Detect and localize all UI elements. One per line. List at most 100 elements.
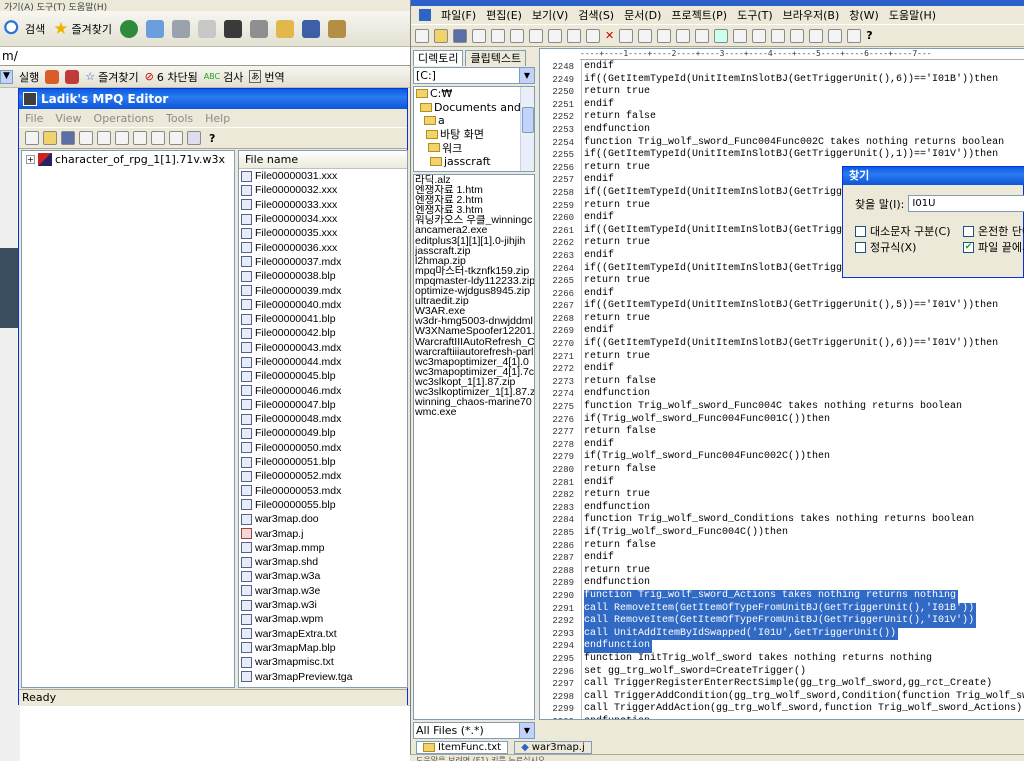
mpq-file-row[interactable]: File00000050.mdx bbox=[239, 441, 407, 455]
mpq-file-row[interactable]: File00000045.blp bbox=[239, 369, 407, 383]
file-filter-select[interactable]: All Files (*.*) ▼ bbox=[413, 722, 535, 739]
mpq-file-row[interactable]: File00000053.mdx bbox=[239, 484, 407, 498]
code-line[interactable]: 2275 function Trig_wolf_sword_Func004C ta… bbox=[540, 401, 1024, 414]
editor-menu-file[interactable]: 파일(F) bbox=[441, 7, 476, 23]
code-line[interactable]: 2280 return false bbox=[540, 464, 1024, 477]
mpq-file-row[interactable]: File00000038.blp bbox=[239, 269, 407, 283]
save-all-icon[interactable] bbox=[472, 28, 486, 43]
mail-icon[interactable] bbox=[145, 19, 164, 38]
open-file-icon[interactable] bbox=[434, 28, 448, 43]
code-line[interactable]: 2254 function Trig_wolf_sword_Func004Func… bbox=[540, 137, 1024, 150]
code-line[interactable]: 2249 if((GetItemTypeId(UnitItemInSlotBJ(G… bbox=[540, 74, 1024, 87]
regex-option[interactable]: 정규식(X) bbox=[855, 239, 916, 255]
paste-text-icon[interactable] bbox=[586, 28, 600, 43]
code-line[interactable]: 2297 call TriggerRegisterEnterRectSimple(… bbox=[540, 678, 1024, 691]
mpq-file-row[interactable]: File00000035.xxx bbox=[239, 226, 407, 240]
mpq-file-row[interactable]: File00000042.blp bbox=[239, 326, 407, 340]
tools-icon[interactable] bbox=[327, 19, 346, 38]
code-line[interactable]: 2294 endfunction bbox=[540, 640, 1024, 653]
regex-checkbox[interactable] bbox=[855, 241, 866, 253]
code-line[interactable]: 2300 endfunction bbox=[540, 716, 1024, 719]
editor-menu-window[interactable]: 창(W) bbox=[849, 7, 879, 23]
mpq-file-row[interactable]: war3mapPreview.tga bbox=[239, 669, 407, 683]
drive-select[interactable]: [C:] ▼ bbox=[413, 67, 535, 84]
side-file-item[interactable]: wc3mapoptimizer_4[1].0 bbox=[415, 357, 534, 367]
code-line[interactable]: 2283 endfunction bbox=[540, 502, 1024, 515]
menu-operations[interactable]: Operations bbox=[94, 112, 154, 125]
side-file-item[interactable]: winning_chaos-marine70 bbox=[415, 397, 534, 407]
menu-tools[interactable]: Tools bbox=[166, 112, 193, 125]
code-line[interactable]: 2291 call RemoveItem(GetItemOfTypeFromUni… bbox=[540, 602, 1024, 616]
editor-menu-project[interactable]: 프로젝트(P) bbox=[671, 7, 727, 23]
editor-menu-help[interactable]: 도움말(H) bbox=[889, 7, 936, 23]
grid-icon[interactable] bbox=[187, 131, 201, 145]
list-icon[interactable] bbox=[151, 131, 165, 145]
code-editor[interactable]: ----+----1----+----2----+----3----+----4… bbox=[539, 48, 1024, 720]
side-file-item[interactable]: wc3slkopt_1[1].87.zip bbox=[415, 377, 534, 387]
mpq-file-row[interactable]: war3map.w3a bbox=[239, 569, 407, 583]
code-line[interactable]: 2278 endif bbox=[540, 439, 1024, 452]
code-line[interactable]: 2248 endif bbox=[540, 61, 1024, 74]
tab-directory[interactable]: 디렉토리 bbox=[413, 50, 464, 66]
save-icon[interactable] bbox=[61, 131, 75, 145]
help-question-icon[interactable]: ? bbox=[866, 29, 872, 42]
dropdown-icon[interactable]: ▼ bbox=[0, 69, 13, 84]
side-file-item[interactable]: ancamera2.exe bbox=[415, 225, 534, 235]
mpq-file-row[interactable]: File00000046.mdx bbox=[239, 383, 407, 397]
spellcheck-button[interactable]: ABC 검사 bbox=[204, 69, 244, 85]
code-line[interactable]: 2250 return true bbox=[540, 86, 1024, 99]
copy-text-icon[interactable] bbox=[567, 28, 581, 43]
side-file-item[interactable]: optimize-wjdgus8945.zip bbox=[415, 286, 534, 296]
mpq-file-row[interactable]: File00000031.xxx bbox=[239, 169, 407, 183]
tree-root-item[interactable]: + character_of_rpg_1[1].71v.w3x bbox=[26, 153, 230, 166]
linenumber-icon[interactable] bbox=[771, 28, 786, 43]
addon-icon[interactable] bbox=[45, 69, 60, 84]
menu-help[interactable]: Help bbox=[205, 112, 230, 125]
side-file-item[interactable]: ultraedit.zip bbox=[415, 296, 534, 306]
mpq-file-row[interactable]: File00000049.blp bbox=[239, 426, 407, 440]
tab-cliptext[interactable]: 클립텍스트 bbox=[465, 50, 527, 66]
wordwrap-icon[interactable] bbox=[733, 28, 748, 43]
mpq-file-row[interactable]: File00000043.mdx bbox=[239, 341, 407, 355]
find-dialog-title[interactable]: 찾기 bbox=[843, 167, 1024, 185]
side-file-item[interactable]: l2hmap.zip bbox=[415, 256, 534, 266]
code-line[interactable]: 2274 endfunction bbox=[540, 388, 1024, 401]
directory-icon[interactable] bbox=[847, 28, 862, 43]
side-file-item[interactable]: wc3slkoptimizer_1[1].87.z bbox=[415, 387, 534, 397]
code-line[interactable]: 2287 endif bbox=[540, 552, 1024, 565]
redo-icon[interactable] bbox=[638, 28, 653, 43]
editor-menu-tools[interactable]: 도구(T) bbox=[737, 7, 773, 23]
mpq-file-row[interactable]: war3map.mmp bbox=[239, 541, 407, 555]
search-button[interactable]: 검색 bbox=[4, 19, 45, 38]
translate-button[interactable]: あ 번역 bbox=[249, 69, 285, 85]
color-icon[interactable] bbox=[65, 69, 80, 84]
directory-item[interactable]: jasscraft bbox=[414, 155, 534, 169]
whole-word-checkbox[interactable] bbox=[963, 225, 974, 237]
details-icon[interactable] bbox=[169, 131, 183, 145]
doc-tab-itemfunc[interactable]: ItemFunc.txt bbox=[416, 740, 509, 754]
delete-icon[interactable]: ✕ bbox=[605, 29, 614, 42]
preview-icon[interactable] bbox=[510, 28, 524, 43]
side-file-item[interactable]: w3dr-hmg5003-dnwjddml bbox=[415, 316, 534, 326]
mpq-file-row[interactable]: File00000044.mdx bbox=[239, 355, 407, 369]
mpq-file-row[interactable]: war3map.doo bbox=[239, 512, 407, 526]
code-line[interactable]: 2268 return true bbox=[540, 313, 1024, 326]
side-file-item[interactable]: mpq마스터-tkznfk159.zip bbox=[415, 266, 534, 276]
side-file-item[interactable]: 엔쟁자료 3.htm bbox=[415, 205, 534, 215]
mpq-file-row[interactable]: File00000037.mdx bbox=[239, 255, 407, 269]
popup-blocked-button[interactable]: ⊘ 6 차단됨 bbox=[145, 69, 198, 85]
mpq-file-row[interactable]: File00000039.mdx bbox=[239, 283, 407, 297]
code-line[interactable]: 2253 endfunction bbox=[540, 124, 1024, 137]
mpq-file-row[interactable]: File00000034.xxx bbox=[239, 212, 407, 226]
code-line[interactable]: 2296 set gg_trg_wolf_sword=CreateTrigger(… bbox=[540, 666, 1024, 679]
editor-menu-view[interactable]: 보기(V) bbox=[532, 7, 568, 23]
favorites-button[interactable]: ★ 즐겨찾기 bbox=[53, 19, 112, 39]
edit-icon[interactable] bbox=[197, 19, 216, 38]
cut-icon[interactable] bbox=[79, 131, 93, 145]
cut-text-icon[interactable] bbox=[548, 28, 562, 43]
mpq-file-row[interactable]: war3map.j bbox=[239, 526, 407, 540]
filter-dropdown-icon[interactable]: ▼ bbox=[519, 723, 534, 738]
new-file-icon[interactable] bbox=[415, 28, 429, 43]
print-icon[interactable] bbox=[171, 19, 190, 38]
mpq-title-bar[interactable]: Ladik's MPQ Editor bbox=[19, 89, 407, 109]
